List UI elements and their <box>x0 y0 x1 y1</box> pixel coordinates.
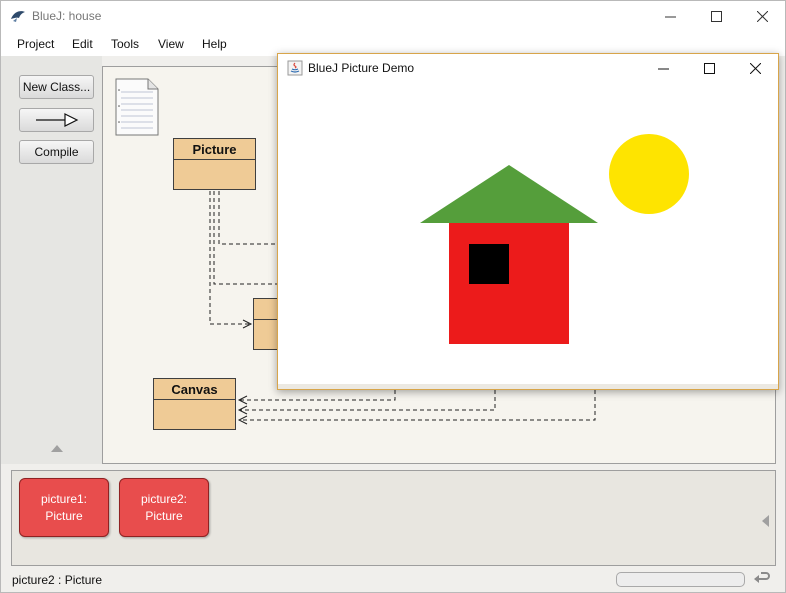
compile-button[interactable]: Compile <box>19 140 94 164</box>
demo-window-border <box>278 384 778 389</box>
object-picture2[interactable]: picture2: Picture <box>119 478 209 537</box>
close-icon <box>756 11 768 22</box>
arrow-icon <box>35 113 78 127</box>
window-title: BlueJ: house <box>32 9 102 23</box>
object-type: Picture <box>145 508 183 523</box>
house-roof <box>420 165 598 223</box>
title-bar: BlueJ: house <box>1 1 785 32</box>
maximize-icon <box>704 62 715 74</box>
menu-help[interactable]: Help <box>202 37 227 51</box>
maximize-button[interactable] <box>693 1 739 32</box>
execution-progress-bar <box>616 572 745 587</box>
minimize-icon <box>664 16 676 18</box>
object-bench: picture1: Picture picture2: Picture <box>11 470 776 566</box>
menu-project[interactable]: Project <box>17 37 54 51</box>
close-icon <box>750 62 761 74</box>
object-picture1[interactable]: picture1: Picture <box>19 478 109 537</box>
menu-edit[interactable]: Edit <box>72 37 93 51</box>
picture-canvas <box>278 82 778 384</box>
object-type: Picture <box>45 508 83 523</box>
demo-title-bar: BlueJ Picture Demo <box>278 54 778 82</box>
demo-window-title: BlueJ Picture Demo <box>308 61 415 75</box>
class-name: Picture <box>174 139 255 160</box>
class-name: Canvas <box>154 379 235 400</box>
new-class-button[interactable]: New Class... <box>19 75 94 99</box>
maximize-icon <box>710 11 722 22</box>
minimize-button[interactable] <box>647 1 693 32</box>
menu-tools[interactable]: Tools <box>111 37 139 51</box>
scroll-up-icon[interactable] <box>51 445 63 452</box>
object-name: picture1: <box>40 491 88 506</box>
reset-icon[interactable] <box>753 570 771 588</box>
picture-demo-window: BlueJ Picture Demo <box>277 53 779 390</box>
inheritance-arrow-button[interactable] <box>19 108 94 132</box>
class-picture[interactable]: Picture <box>173 138 256 190</box>
class-canvas[interactable]: Canvas <box>153 378 236 430</box>
demo-maximize-button[interactable] <box>687 54 732 82</box>
status-text: picture2 : Picture <box>12 573 103 587</box>
object-name: picture2: <box>140 491 188 506</box>
scroll-right-icon[interactable] <box>762 515 769 527</box>
sun <box>609 134 689 214</box>
close-button[interactable] <box>739 1 785 32</box>
menu-view[interactable]: View <box>158 37 184 51</box>
house-drawing <box>420 134 689 344</box>
tool-panel: New Class... Compile <box>1 56 102 464</box>
house-window <box>469 244 509 284</box>
java-icon <box>287 60 303 76</box>
minimize-icon <box>658 68 669 69</box>
bluej-icon <box>11 11 25 22</box>
demo-minimize-button[interactable] <box>641 54 686 82</box>
demo-close-button[interactable] <box>733 54 778 82</box>
